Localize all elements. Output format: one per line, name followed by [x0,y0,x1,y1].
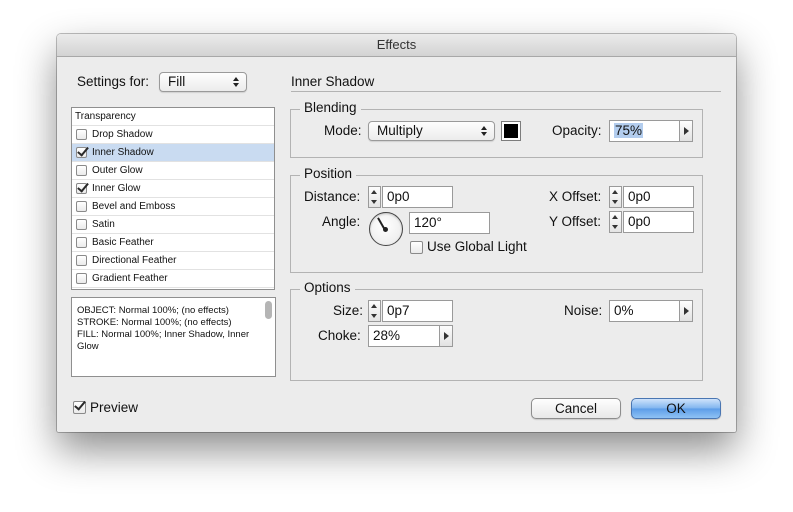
blending-legend: Blending [300,100,361,115]
panel-title-rule [291,91,721,92]
cancel-button[interactable]: Cancel [531,398,621,419]
distance-stepper[interactable] [368,186,381,208]
settings-for-label: Settings for: [77,74,150,89]
noise-popup-button[interactable] [679,300,693,322]
options-legend: Options [300,280,355,295]
y-offset-stepper[interactable] [609,211,622,233]
size-label: Size: [333,303,364,318]
blend-mode-value: Multiply [377,123,423,138]
color-swatch-fill [504,124,518,138]
effects-list: Transparency Drop Shadow Inner Shadow Ou… [71,107,275,290]
inner-glow-checkbox[interactable] [76,183,87,194]
summary-scrollbar[interactable] [265,301,272,319]
basic-feather-checkbox[interactable] [76,237,87,248]
blend-mode-select[interactable]: Multiply [368,121,495,141]
shadow-color-swatch[interactable] [501,121,521,141]
opacity-popup-button[interactable] [679,120,693,142]
preview-checkbox[interactable] [73,401,86,414]
list-item-inner-shadow[interactable]: Inner Shadow [72,144,274,162]
angle-input[interactable]: 120° [409,212,490,234]
position-legend: Position [300,166,357,181]
angle-dial-center [383,227,388,232]
distance-label: Distance: [304,189,361,204]
settings-for-select[interactable]: Fill [159,72,247,92]
angle-label: Angle: [322,214,361,229]
y-offset-input[interactable]: 0p0 [623,211,694,233]
inner-shadow-checkbox[interactable] [76,147,87,158]
select-arrows-icon [233,75,240,89]
x-offset-label: X Offset: [549,189,602,204]
noise-input[interactable]: 0% [609,300,680,322]
ok-button[interactable]: OK [631,398,721,419]
list-item-basic-feather[interactable]: Basic Feather [72,234,274,252]
use-global-light-checkbox[interactable] [410,241,423,254]
y-offset-label: Y Offset: [549,214,602,229]
list-item-transparency[interactable]: Transparency [72,108,274,126]
use-global-light-label: Use Global Light [427,239,527,254]
settings-for-value: Fill [168,74,186,89]
choke-input[interactable]: 28% [368,325,440,347]
opacity-value: 75% [614,123,644,138]
list-item-outer-glow[interactable]: Outer Glow [72,162,274,180]
size-stepper[interactable] [368,300,381,322]
effects-dialog: Effects Settings for: Fill Transparency … [57,34,736,432]
angle-dial[interactable] [369,212,403,246]
panel-title: Inner Shadow [291,74,375,89]
select-arrows-icon [481,124,488,138]
mode-label: Mode: [324,123,362,138]
gradient-feather-checkbox[interactable] [76,273,87,284]
directional-feather-checkbox[interactable] [76,255,87,266]
preview-label: Preview [90,400,139,415]
x-offset-stepper[interactable] [609,186,622,208]
list-item-directional-feather[interactable]: Directional Feather [72,252,274,270]
outer-glow-checkbox[interactable] [76,165,87,176]
opacity-label: Opacity: [552,123,602,138]
list-item-bevel-and-emboss[interactable]: Bevel and Emboss [72,198,274,216]
distance-input[interactable]: 0p0 [382,186,453,208]
size-input[interactable]: 0p7 [382,300,453,322]
noise-label: Noise: [564,303,603,318]
list-item-gradient-feather[interactable]: Gradient Feather [72,270,274,288]
x-offset-input[interactable]: 0p0 [623,186,694,208]
choke-popup-button[interactable] [439,325,453,347]
drop-shadow-checkbox[interactable] [76,129,87,140]
list-item-drop-shadow[interactable]: Drop Shadow [72,126,274,144]
effects-summary: OBJECT: Normal 100%; (no effects) STROKE… [71,297,276,377]
satin-checkbox[interactable] [76,219,87,230]
list-item-inner-glow[interactable]: Inner Glow [72,180,274,198]
list-item-satin[interactable]: Satin [72,216,274,234]
opacity-input[interactable]: 75% [609,120,680,142]
window-title: Effects [57,34,736,57]
choke-label: Choke: [318,328,361,343]
bevel-and-emboss-checkbox[interactable] [76,201,87,212]
